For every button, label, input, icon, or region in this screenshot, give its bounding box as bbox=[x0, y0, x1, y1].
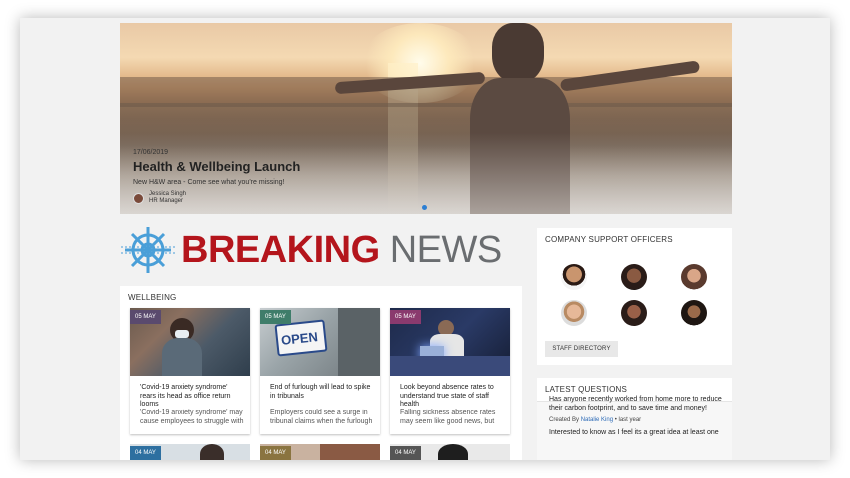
officer-avatar[interactable] bbox=[681, 264, 707, 290]
card-excerpt: Employers could see a surge in tribunal … bbox=[270, 409, 373, 425]
date-badge: 05 MAY bbox=[260, 310, 291, 324]
author-name: Jessica Singh bbox=[149, 191, 187, 197]
date-badge: 04 MAY bbox=[130, 446, 161, 460]
news-card[interactable]: 04 MAY bbox=[130, 444, 250, 460]
support-officers-panel: COMPANY SUPPORT OFFICERS STAFF DIRECTORY bbox=[537, 228, 732, 365]
news-word: NEWS bbox=[389, 229, 503, 271]
date-badge: 05 MAY bbox=[130, 310, 161, 324]
avatar bbox=[133, 192, 144, 204]
question-title[interactable]: Has anyone recently worked from home mor… bbox=[549, 395, 727, 413]
card-title[interactable]: 'Covid-19 anxiety syndrome' rears its he… bbox=[140, 384, 244, 410]
card-title[interactable]: Look beyond absence rates to understand … bbox=[400, 384, 504, 410]
ships-wheel-icon bbox=[121, 227, 175, 273]
date-badge: 04 MAY bbox=[260, 446, 291, 460]
card-excerpt: Falling sickness absence rates may seem … bbox=[400, 409, 496, 425]
card-image: OPEN 05 MAY bbox=[260, 308, 380, 376]
card-title[interactable]: End of furlough will lead to spike in tr… bbox=[270, 384, 374, 401]
officer-avatar[interactable] bbox=[561, 264, 587, 290]
officer-avatar[interactable] bbox=[621, 300, 647, 326]
question-author-link[interactable]: Natalie King bbox=[581, 417, 613, 423]
created-by-label: Created By bbox=[549, 417, 580, 423]
news-card[interactable]: 04 MAY bbox=[260, 444, 380, 460]
officer-avatar[interactable] bbox=[621, 264, 647, 290]
news-card[interactable]: 04 MAY bbox=[390, 444, 510, 460]
question-meta: Created By Natalie King • last year bbox=[549, 417, 641, 423]
card-image: 05 MAY bbox=[130, 308, 250, 376]
date-badge: 05 MAY bbox=[390, 310, 421, 324]
section-title: LATEST QUESTIONS bbox=[545, 385, 628, 394]
breaking-word: BREAKING bbox=[181, 229, 380, 271]
hero-author: Jessica Singh HR Manager bbox=[133, 191, 186, 205]
staff-directory-button[interactable]: STAFF DIRECTORY bbox=[545, 341, 618, 357]
section-title: COMPANY SUPPORT OFFICERS bbox=[545, 235, 673, 244]
latest-questions-panel: LATEST QUESTIONS Has anyone recently wor… bbox=[537, 378, 732, 460]
breaking-news-banner: BREAKING NEWS bbox=[121, 225, 521, 275]
carousel-dot[interactable] bbox=[422, 205, 427, 210]
officer-avatar[interactable] bbox=[681, 300, 707, 326]
section-title: WELLBEING bbox=[128, 293, 177, 302]
news-card[interactable]: 05 MAY 'Covid-19 anxiety syndrome' rears… bbox=[130, 308, 250, 434]
hero-banner[interactable]: 17/06/2019 Health & Wellbeing Launch New… bbox=[120, 23, 732, 214]
hero-subtitle: New H&W area - Come see what you're miss… bbox=[133, 179, 285, 186]
news-card[interactable]: OPEN 05 MAY End of furlough will lead to… bbox=[260, 308, 380, 434]
question-body: Interested to know as I feel its a great… bbox=[549, 429, 719, 436]
hero-date: 17/06/2019 bbox=[133, 149, 169, 156]
card-image: 05 MAY bbox=[390, 308, 510, 376]
hero-title[interactable]: Health & Wellbeing Launch bbox=[133, 159, 300, 174]
question-age: • last year bbox=[614, 417, 642, 423]
card-excerpt: 'Covid-19 anxiety syndrome' may cause em… bbox=[140, 409, 244, 425]
author-role: HR Manager bbox=[149, 198, 184, 204]
date-badge: 04 MAY bbox=[390, 446, 421, 460]
officer-avatar[interactable] bbox=[561, 300, 587, 326]
intranet-page: 17/06/2019 Health & Wellbeing Launch New… bbox=[20, 18, 830, 460]
wellbeing-section: WELLBEING 05 MAY 'Covid-19 anxiety syndr… bbox=[120, 286, 522, 460]
news-card[interactable]: 05 MAY Look beyond absence rates to unde… bbox=[390, 308, 510, 434]
